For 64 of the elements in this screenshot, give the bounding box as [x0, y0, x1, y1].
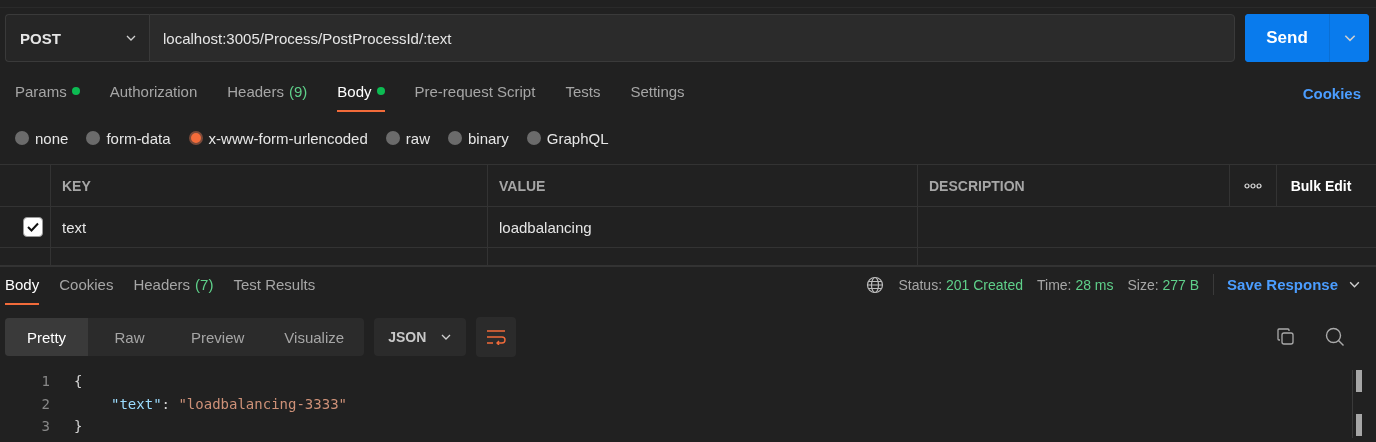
- save-response-button[interactable]: Save Response: [1213, 274, 1371, 295]
- body-type-option[interactable]: none: [15, 129, 69, 147]
- code-token: "loadbalancing-3333": [178, 395, 347, 412]
- view-tab[interactable]: Raw: [88, 318, 171, 356]
- response-stat: Size: 277 B: [1127, 276, 1200, 293]
- request-tab[interactable]: Tests: [565, 80, 601, 112]
- code-token: {: [74, 373, 83, 390]
- code-token: :: [161, 395, 171, 412]
- request-tab[interactable]: Headers (9): [227, 80, 308, 112]
- radio-button[interactable]: [86, 131, 101, 145]
- tab-count: (7): [195, 275, 214, 293]
- method-dropdown[interactable]: POST: [5, 14, 149, 62]
- column-header: DESCRIPTION: [917, 165, 1229, 206]
- radio-button[interactable]: [15, 131, 29, 145]
- globe-icon[interactable]: [866, 275, 885, 294]
- wrap-lines-button[interactable]: [476, 317, 517, 357]
- check-icon: [26, 220, 40, 234]
- response-tab[interactable]: Test Results: [233, 273, 316, 305]
- body-type-option[interactable]: form-data: [86, 129, 171, 147]
- view-tab[interactable]: Visualize: [264, 318, 365, 356]
- line-number: 2: [40, 395, 51, 412]
- search-button[interactable]: [1325, 327, 1345, 347]
- view-tab[interactable]: Preview: [171, 318, 265, 356]
- code-token: }: [74, 418, 83, 435]
- radio-button[interactable]: [447, 131, 462, 145]
- body-type-option[interactable]: raw: [385, 129, 430, 147]
- bulk-edit-button[interactable]: Bulk Edit: [1276, 165, 1365, 206]
- cookies-link[interactable]: Cookies: [1302, 85, 1361, 112]
- request-tab[interactable]: Body: [337, 80, 385, 112]
- wrap-lines-icon: [486, 329, 507, 345]
- table-cell[interactable]: loadbalancing: [487, 207, 917, 247]
- scrollbar-thumb[interactable]: [1356, 370, 1362, 392]
- view-tab[interactable]: Pretty: [5, 318, 88, 356]
- copy-icon: [1276, 327, 1295, 346]
- format-dropdown[interactable]: JSON: [374, 318, 467, 356]
- request-tab[interactable]: Params: [15, 80, 80, 112]
- request-tab[interactable]: Pre-request Script: [414, 80, 536, 112]
- response-stat: Time: 28 ms: [1037, 276, 1114, 293]
- body-type-option[interactable]: GraphQL: [526, 129, 609, 147]
- column-header: VALUE: [487, 165, 917, 206]
- line-number: 1: [40, 373, 51, 390]
- radio-button[interactable]: [385, 131, 400, 145]
- radio-button[interactable]: [526, 131, 541, 145]
- request-tab[interactable]: Settings: [630, 80, 685, 112]
- checkbox[interactable]: [23, 217, 43, 237]
- radio-button[interactable]: [188, 131, 203, 145]
- column-header: KEY: [50, 165, 487, 206]
- more-icon: [1244, 182, 1262, 189]
- copy-button[interactable]: [1276, 327, 1295, 347]
- line-number: 3: [40, 418, 51, 435]
- request-tab[interactable]: Authorization: [109, 80, 198, 112]
- url-field[interactable]: localhost:3005/Process/PostProcessId/:text: [149, 14, 1235, 62]
- response-stat: Status: 201 Created: [898, 276, 1023, 293]
- body-type-option[interactable]: binary: [447, 129, 509, 147]
- tab-count: (9): [288, 82, 308, 100]
- scrollbar-thumb[interactable]: [1356, 414, 1362, 436]
- code-token: "text": [111, 395, 162, 412]
- table-cell[interactable]: text: [50, 207, 487, 247]
- body-type-option[interactable]: x-www-form-urlencoded: [188, 129, 368, 147]
- send-button[interactable]: Send: [1245, 14, 1330, 62]
- response-tab[interactable]: Headers (7): [133, 273, 214, 305]
- search-icon: [1325, 327, 1345, 347]
- response-tab[interactable]: Body: [5, 273, 40, 305]
- response-tab[interactable]: Cookies: [59, 273, 114, 305]
